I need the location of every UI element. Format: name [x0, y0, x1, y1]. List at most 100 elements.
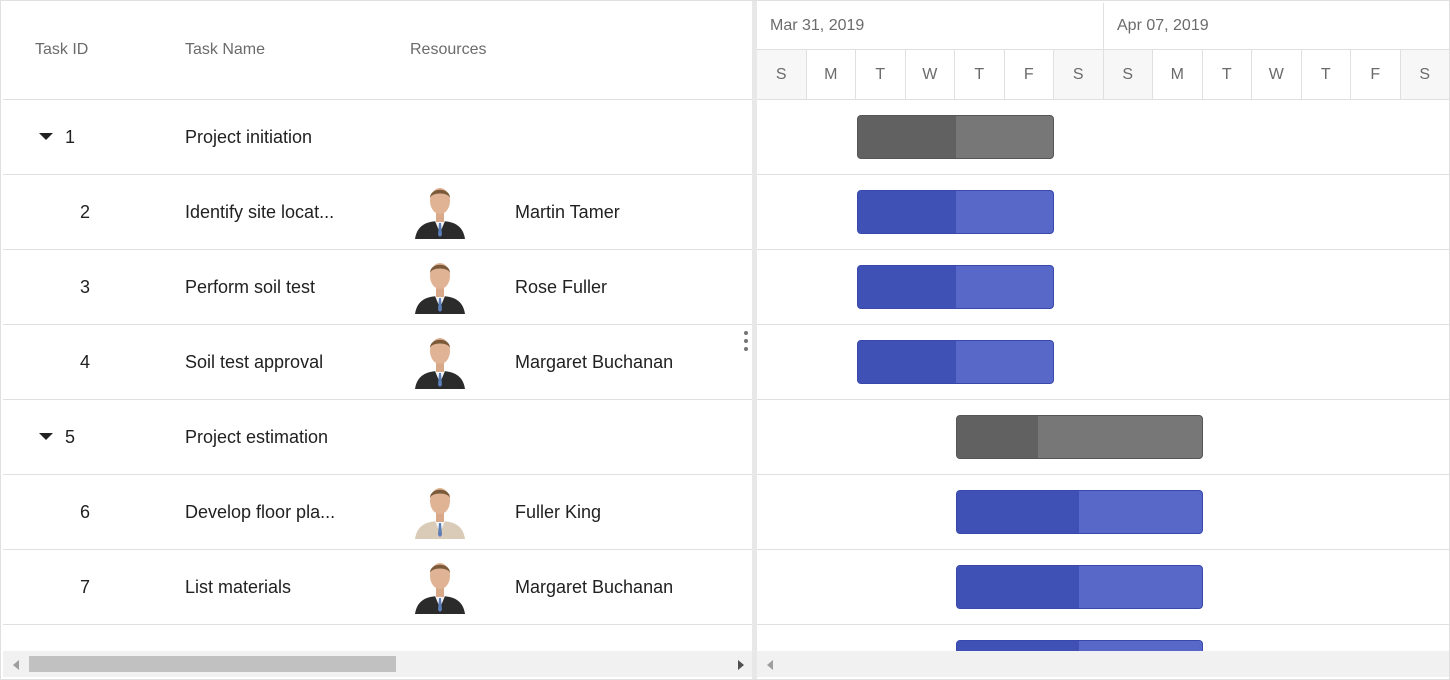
- task-progress-bar: [957, 416, 1038, 458]
- resource-cell: Margaret Buchanan: [411, 325, 751, 399]
- task-name: Project estimation: [185, 426, 329, 447]
- chart-horizontal-scrollbar[interactable]: [757, 651, 1449, 677]
- task-name: Perform soil test: [185, 276, 316, 297]
- chart-row: [757, 325, 1449, 400]
- task-progress-bar: [957, 491, 1080, 533]
- task-name: List materials: [185, 576, 292, 597]
- grid-horizontal-scrollbar[interactable]: [3, 651, 752, 677]
- table-row[interactable]: 7 List materials Margaret Buchanan: [3, 550, 752, 625]
- task-id-cell: 7: [3, 550, 153, 624]
- task-name: Develop floor pla...: [185, 501, 336, 522]
- task-bar[interactable]: [857, 265, 1054, 309]
- task-progress-bar: [858, 191, 956, 233]
- timeline-day: W: [1252, 50, 1302, 99]
- grid-header: Task ID Task Name Resources: [3, 3, 752, 100]
- task-id: 4: [80, 351, 91, 372]
- timeline-day: T: [1203, 50, 1252, 99]
- resource-cell: [411, 100, 751, 174]
- table-row[interactable]: 2 Identify site locat... Martin Tamer: [3, 175, 752, 250]
- timeline-day: T: [1302, 50, 1351, 99]
- timeline-day: S: [1054, 50, 1104, 99]
- table-row[interactable]: 1 Project initiation: [3, 100, 752, 175]
- timeline-week: Mar 31, 2019: [757, 3, 1104, 50]
- resource-cell: Rose Fuller: [411, 250, 751, 324]
- task-progress-bar: [957, 566, 1080, 608]
- chart-row: [757, 400, 1449, 475]
- task-id-cell: 4: [3, 325, 153, 399]
- avatar: [411, 181, 469, 239]
- scrollbar-thumb[interactable]: [29, 656, 396, 672]
- chart-body: [757, 100, 1449, 653]
- timeline-day: S: [1103, 50, 1153, 99]
- timeline-chart: Mar 31, 2019 Apr 07, 2019 SMTWTFSSMTWTFS: [757, 3, 1449, 679]
- task-progress-bar: [858, 266, 956, 308]
- timeline-day: T: [856, 50, 906, 99]
- task-name: Identify site locat...: [185, 201, 335, 222]
- task-bar[interactable]: [956, 490, 1203, 534]
- task-id-cell: 5: [3, 400, 153, 474]
- timeline-day: F: [1351, 50, 1401, 99]
- avatar: [411, 331, 469, 389]
- table-row[interactable]: 5 Project estimation: [3, 400, 752, 475]
- avatar: [411, 256, 469, 314]
- gantt-chart: Task ID Task Name Resources 1 Project ini…: [0, 0, 1450, 680]
- task-bar[interactable]: [857, 340, 1054, 384]
- task-progress-bar: [858, 116, 956, 158]
- scroll-right-icon[interactable]: [738, 660, 744, 670]
- scroll-left-icon[interactable]: [767, 660, 773, 670]
- task-id: 6: [80, 501, 91, 522]
- resource-cell: Margaret Buchanan: [411, 550, 751, 624]
- chart-row: [757, 550, 1449, 625]
- table-row[interactable]: 4 Soil test approval Margaret Buchanan: [3, 325, 752, 400]
- collapse-caret-icon[interactable]: [39, 433, 53, 440]
- task-bar[interactable]: [956, 565, 1203, 609]
- column-header-resources[interactable]: Resources: [410, 41, 486, 59]
- grid-body: 1 Project initiation 2 Identify site locat.…: [3, 100, 752, 653]
- timeline-week: Apr 07, 2019: [1104, 3, 1449, 50]
- task-progress-bar: [858, 341, 956, 383]
- timeline-day: M: [807, 50, 856, 99]
- timeline-header: Mar 31, 2019 Apr 07, 2019 SMTWTFSSMTWTFS: [757, 3, 1449, 100]
- resource-cell: Fuller King: [411, 475, 751, 549]
- timeline-day: M: [1153, 50, 1203, 99]
- resource-name: Rose Fuller: [515, 276, 608, 297]
- task-id-cell: 6: [3, 475, 153, 549]
- chart-row: [757, 625, 1449, 653]
- resource-name: Fuller King: [515, 501, 602, 522]
- timeline-day: S: [757, 50, 807, 99]
- task-id: 5: [65, 426, 76, 447]
- task-id: 7: [80, 576, 91, 597]
- task-id: 3: [80, 276, 91, 297]
- resource-name: Margaret Buchanan: [515, 351, 674, 372]
- timeline-day: S: [1400, 50, 1449, 99]
- task-id-cell: 1: [3, 100, 153, 174]
- timeline-day: W: [906, 50, 955, 99]
- task-id-cell: 3: [3, 250, 153, 324]
- table-row[interactable]: 3 Perform soil test Rose Fuller: [3, 250, 752, 325]
- avatar: [411, 481, 469, 539]
- summary-task-bar[interactable]: [857, 115, 1054, 159]
- scroll-left-icon[interactable]: [13, 660, 19, 670]
- task-id: 2: [80, 201, 91, 222]
- resource-cell: [411, 400, 751, 474]
- column-header-task-name[interactable]: Task Name: [185, 41, 265, 59]
- table-row[interactable]: 6 Develop floor pla... Fuller King: [3, 475, 752, 550]
- chart-row: [757, 250, 1449, 325]
- column-header-task-id[interactable]: Task ID: [35, 41, 88, 59]
- timeline-day: F: [1005, 50, 1054, 99]
- resource-name: Margaret Buchanan: [515, 576, 674, 597]
- resource-cell: Martin Tamer: [411, 175, 751, 249]
- task-id: 1: [65, 126, 76, 147]
- task-bar[interactable]: [857, 190, 1054, 234]
- resource-name: Martin Tamer: [515, 201, 620, 222]
- timeline-day: T: [955, 50, 1005, 99]
- task-name: Soil test approval: [185, 351, 324, 372]
- chart-row: [757, 175, 1449, 250]
- collapse-caret-icon[interactable]: [39, 133, 53, 140]
- task-id-cell: 2: [3, 175, 153, 249]
- summary-task-bar[interactable]: [956, 415, 1203, 459]
- chart-row: [757, 475, 1449, 550]
- task-grid: Task ID Task Name Resources 1 Project ini…: [3, 3, 752, 679]
- splitter-handle-icon[interactable]: [743, 331, 749, 355]
- task-name: Project initiation: [185, 126, 313, 147]
